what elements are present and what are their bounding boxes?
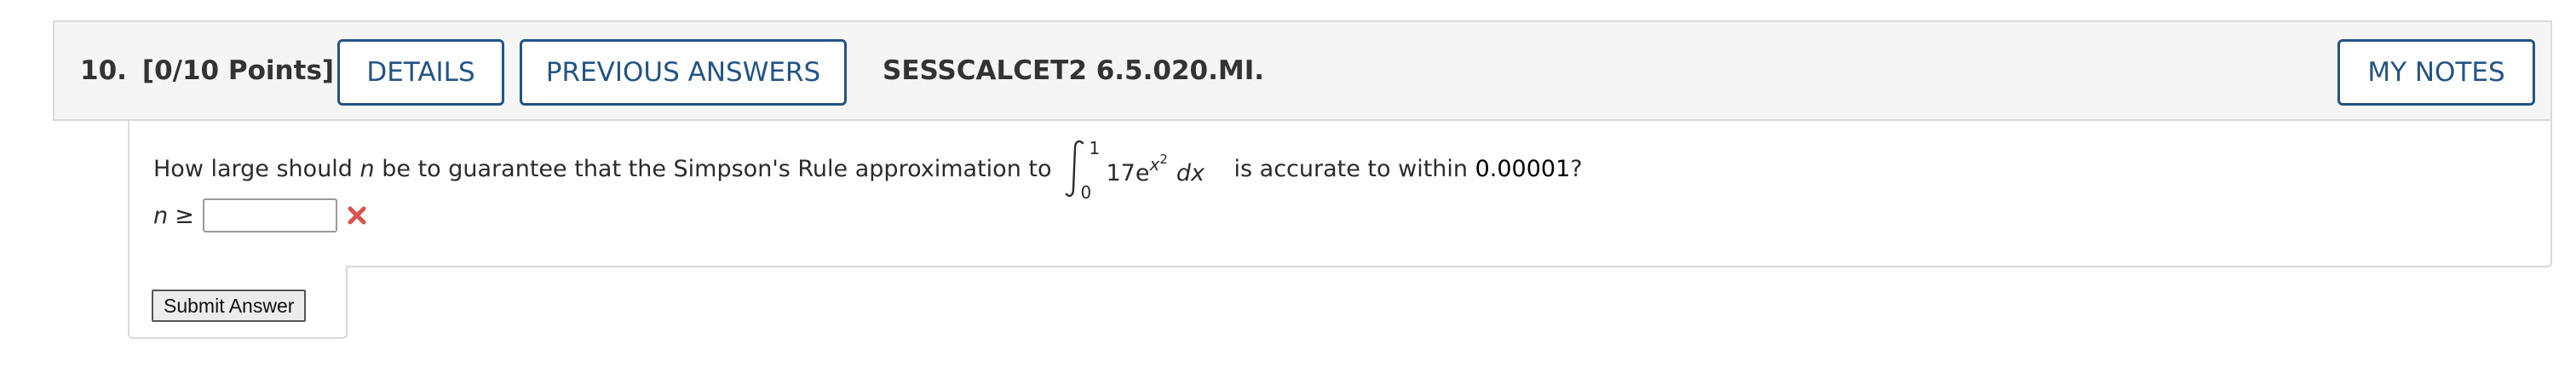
answer-label-variable: n [153, 202, 169, 229]
tolerance-value: 0.00001 [1475, 155, 1571, 182]
question-source-code: SESSCALCET2 6.5.020.MI. [883, 55, 1265, 86]
question-mark: ? [1570, 155, 1583, 182]
integral-lower-limit: 0 [1080, 182, 1092, 203]
answer-input[interactable] [202, 198, 337, 232]
integral-expression: 1 0 17ex2 dx [1064, 138, 1226, 203]
question-text-part: be to guarantee that the Simpson's Rule … [382, 155, 1052, 182]
integrand-coefficient: 17e [1106, 160, 1150, 186]
submit-answer-button[interactable]: Submit Answer [152, 290, 307, 322]
question-text-part: How large should [153, 155, 353, 182]
question-text-part: is accurate to within [1233, 155, 1469, 182]
answer-label-symbol: ≥ [175, 202, 194, 229]
exponent-base: x [1149, 154, 1160, 175]
previous-answers-button[interactable]: PREVIOUS ANSWERS [520, 39, 847, 106]
exponent-power: 2 [1159, 152, 1168, 167]
question-variable: n [359, 155, 375, 182]
question-header: 10. [0/10 Points] DETAILS PREVIOUS ANSWE… [53, 20, 2552, 121]
question-points: [0/10 Points] [141, 55, 335, 86]
integrand-exponent: x2 [1149, 152, 1168, 175]
my-notes-button[interactable]: MY NOTES [2337, 39, 2535, 106]
details-button[interactable]: DETAILS [337, 39, 504, 106]
integral-differential: dx [1176, 160, 1205, 186]
question-title: 10. [0/10 Points] [80, 22, 334, 119]
question-text: How large should n be to guarantee that … [153, 138, 1583, 203]
question-page: 10. [0/10 Points] DETAILS PREVIOUS ANSWE… [0, 0, 2576, 373]
incorrect-x-icon [348, 206, 366, 225]
question-number: 10. [80, 55, 127, 86]
integral-upper-limit: 1 [1089, 138, 1101, 158]
answer-row: n ≥ [153, 196, 368, 235]
integrand: 17ex2 dx [1106, 152, 1205, 186]
